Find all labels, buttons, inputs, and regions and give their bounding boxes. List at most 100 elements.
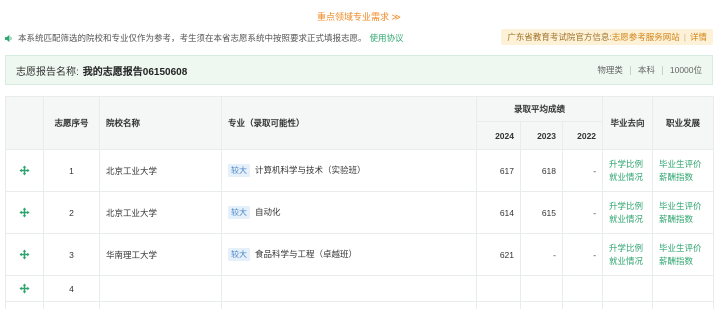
report-meta: 物理类 本科 10000位 bbox=[597, 64, 702, 76]
employment-status-link[interactable]: 就业情况 bbox=[609, 213, 646, 226]
table-row bbox=[5, 301, 715, 309]
drag-cell[interactable] bbox=[5, 191, 44, 234]
destination-cell: 升学比例 就业情况 bbox=[602, 233, 654, 276]
score-2023-cell bbox=[520, 275, 563, 302]
employment-status-link[interactable]: 就业情况 bbox=[609, 171, 646, 184]
reference-service-link[interactable]: 志愿参考服务网站 bbox=[612, 31, 680, 43]
major-name: 自动化 bbox=[255, 207, 281, 217]
table-row: 1 北京工业大学 较大 计算机科学与技术（实验班） 617 618 - 升学比例就… bbox=[5, 149, 715, 192]
major-name: 计算机科学与技术（实验班） bbox=[255, 165, 366, 175]
avg-score-header: 录取平均成绩 bbox=[475, 96, 604, 122]
official-info-banner: 广东省教育考试院官方信息: 志愿参考服务网站 | 详情 bbox=[501, 29, 713, 45]
career-cell bbox=[652, 275, 715, 302]
rank-value: 10000位 bbox=[669, 65, 702, 75]
destination-cell bbox=[602, 275, 654, 302]
score-2023-cell: - bbox=[520, 233, 563, 276]
drag-column-header bbox=[5, 96, 44, 150]
school-cell: 华南理工大学 bbox=[99, 233, 222, 276]
career-cell: 毕业生评价 薪酬指数 bbox=[652, 233, 715, 276]
notice-bar: 本系统匹配筛选的院校和专业仅作为参考，考生须在本省志愿系统中按照要求正式填报志愿… bbox=[4, 31, 404, 45]
report-name: 我的志愿报告06150608 bbox=[82, 66, 188, 78]
score-2024-cell: 621 bbox=[476, 233, 521, 276]
school-cell bbox=[99, 275, 222, 302]
major-cell: 较大 自动化 bbox=[221, 191, 477, 234]
school-column-header: 院校名称 bbox=[99, 96, 222, 150]
score-2022-cell: - bbox=[561, 149, 604, 192]
separator: | bbox=[683, 32, 686, 42]
meta-divider bbox=[661, 65, 663, 75]
school-cell: 北京工业大学 bbox=[99, 149, 222, 192]
major-cell bbox=[221, 275, 477, 302]
major-cell: 较大 计算机科学与技术（实验班） bbox=[221, 149, 477, 192]
salary-index-link[interactable]: 薪酬指数 bbox=[659, 255, 707, 268]
report-header: 志愿报告名称: 我的志愿报告06150608 物理类 本科 10000位 bbox=[5, 55, 713, 85]
drag-handle-icon[interactable] bbox=[19, 165, 30, 176]
graduate-evaluation-link[interactable]: 毕业生评价 bbox=[659, 200, 707, 213]
order-cell bbox=[43, 301, 100, 309]
score-2022-cell bbox=[561, 301, 604, 309]
drag-handle-icon[interactable] bbox=[19, 207, 30, 218]
score-2023-cell bbox=[520, 301, 563, 309]
graduate-evaluation-link[interactable]: 毕业生评价 bbox=[659, 242, 707, 255]
score-2024-cell bbox=[476, 301, 521, 309]
order-cell: 3 bbox=[43, 233, 100, 276]
major-cell bbox=[221, 301, 477, 309]
further-study-ratio-link[interactable]: 升学比例 bbox=[609, 158, 646, 171]
destination-column-header: 毕业去向 bbox=[602, 96, 654, 150]
probability-badge: 较大 bbox=[228, 248, 250, 261]
drag-cell[interactable] bbox=[5, 233, 44, 276]
score-2022-cell bbox=[561, 275, 604, 302]
key-majors-demand-link[interactable]: 重点领域专业需求 ≫ bbox=[0, 10, 718, 23]
order-cell: 1 bbox=[43, 149, 100, 192]
table-row: 3 华南理工大学 较大 食品科学与工程（卓越班） 621 - - 升学比例 就业情况… bbox=[5, 233, 715, 276]
drag-cell[interactable] bbox=[5, 149, 44, 192]
year-2023-header: 2023 bbox=[520, 121, 563, 150]
probability-badge: 较大 bbox=[228, 164, 250, 177]
further-study-ratio-link[interactable]: 升学比例 bbox=[609, 242, 646, 255]
score-2022-cell: - bbox=[561, 233, 604, 276]
order-column-header: 志愿序号 bbox=[43, 96, 100, 150]
drag-handle-icon[interactable] bbox=[19, 249, 30, 260]
table-row: 2 北京工业大学 较大 自动化 614 615 - 升学比例 就业情况 毕业生评价薪… bbox=[5, 191, 715, 234]
usage-agreement-link[interactable]: 使用协议 bbox=[370, 32, 404, 44]
order-cell: 2 bbox=[43, 191, 100, 234]
destination-cell: 升学比例 就业情况 bbox=[602, 149, 654, 192]
year-2022-header: 2022 bbox=[561, 121, 604, 150]
drag-cell[interactable] bbox=[5, 275, 44, 302]
score-2024-cell: 617 bbox=[476, 149, 521, 192]
report-name-label: 志愿报告名称: bbox=[16, 66, 79, 78]
major-cell: 较大 食品科学与工程（卓越班） bbox=[221, 233, 477, 276]
major-column-header: 专业（录取可能性） bbox=[221, 96, 477, 150]
application-table: 志愿序号 院校名称 专业（录取可能性） 录取平均成绩 毕业去向 职业发展 202… bbox=[5, 96, 715, 309]
career-column-header: 职业发展 bbox=[652, 96, 715, 150]
details-link[interactable]: 详情 bbox=[690, 31, 707, 43]
career-cell: 毕业生评价 薪酬指数 bbox=[652, 149, 715, 192]
destination-cell: 升学比例 就业情况 bbox=[602, 191, 654, 234]
meta-divider bbox=[629, 65, 631, 75]
salary-index-link[interactable]: 薪酬指数 bbox=[659, 213, 707, 226]
score-2024-cell: 614 bbox=[476, 191, 521, 234]
notice-text: 本系统匹配筛选的院校和专业仅作为参考，考生须在本省志愿系统中按照要求正式填报志愿… bbox=[18, 33, 367, 43]
order-cell: 4 bbox=[43, 275, 100, 302]
major-name: 食品科学与工程（卓越班） bbox=[255, 249, 358, 259]
education-level: 本科 bbox=[637, 65, 655, 75]
year-2024-header: 2024 bbox=[476, 121, 521, 150]
probability-badge: 较大 bbox=[228, 206, 250, 219]
salary-index-link[interactable]: 薪酬指数 bbox=[659, 171, 707, 184]
graduate-evaluation-link[interactable]: 毕业生评价 bbox=[659, 158, 707, 171]
employment-status-link[interactable]: 就业情况 bbox=[609, 255, 646, 268]
further-study-ratio-link[interactable]: 升学比例 bbox=[609, 200, 646, 213]
speaker-icon bbox=[4, 34, 12, 42]
table-row: 4 bbox=[5, 275, 715, 302]
subject-type: 物理类 bbox=[597, 65, 623, 75]
career-cell: 毕业生评价 薪酬指数 bbox=[652, 191, 715, 234]
score-2023-cell: 615 bbox=[520, 191, 563, 234]
career-cell bbox=[652, 301, 715, 309]
drag-handle-icon[interactable] bbox=[19, 283, 30, 294]
drag-cell bbox=[5, 301, 44, 309]
school-cell bbox=[99, 301, 222, 309]
destination-cell bbox=[602, 301, 654, 309]
score-2023-cell: 618 bbox=[520, 149, 563, 192]
official-info-label: 广东省教育考试院官方信息: bbox=[507, 32, 612, 42]
score-2022-cell: - bbox=[561, 191, 604, 234]
